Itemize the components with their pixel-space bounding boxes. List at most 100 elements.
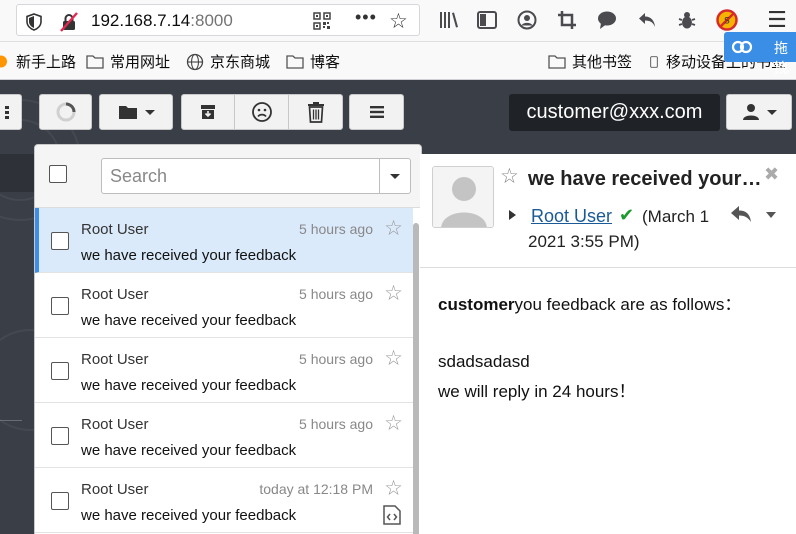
message-sender: Root User	[81, 286, 149, 303]
expand-headers-icon[interactable]	[509, 210, 516, 220]
menu-toggle-button[interactable]	[0, 94, 22, 130]
globe-icon	[186, 53, 204, 70]
bookmark-star-icon[interactable]: ☆	[389, 9, 408, 34]
search-options-button[interactable]	[379, 159, 410, 193]
star-icon[interactable]: ☆	[384, 411, 403, 436]
insecure-connection-icon[interactable]	[59, 12, 79, 32]
message-list-header	[35, 145, 421, 208]
bookmark-item[interactable]: 新手上路	[0, 51, 76, 72]
message-view: ☆ we have received your… ✖ Root User ✔ (…	[420, 154, 796, 534]
body-bold-word: customer	[438, 295, 515, 314]
message-checkbox[interactable]	[51, 232, 69, 250]
qr-code-icon[interactable]	[313, 12, 331, 30]
shield-icon[interactable]	[25, 13, 43, 31]
search-box	[101, 158, 411, 194]
message-row[interactable]: Root User 5 hours ago ☆ we have received…	[35, 208, 413, 273]
message-time: 5 hours ago	[299, 351, 373, 367]
address-bar[interactable]: 192.168.7.14:8000 ••• ☆	[16, 4, 420, 36]
mail-app: customer@xxx.com Root User 5 hours ago ☆…	[0, 80, 796, 534]
message-body-line: customeryou feedback are as follows：	[438, 295, 742, 314]
star-icon[interactable]: ☆	[384, 346, 403, 371]
crop-screenshot-icon[interactable]	[556, 9, 578, 31]
list-menu-icon	[369, 106, 384, 118]
message-subject: we have received your feedback	[81, 377, 297, 394]
message-body-line: sdadsadasd	[438, 352, 530, 371]
library-icon[interactable]	[438, 9, 460, 31]
archive-box-icon	[201, 105, 215, 119]
folder-icon	[548, 55, 566, 69]
user-email-badge: customer@xxx.com	[509, 94, 720, 131]
cloud-drive-icon	[731, 40, 753, 54]
sidebar-icon[interactable]	[476, 9, 498, 31]
message-view-header: ☆ we have received your… ✖ Root User ✔ (…	[420, 154, 796, 268]
reply-icon[interactable]	[730, 204, 752, 224]
message-actions-group	[181, 94, 343, 130]
star-icon[interactable]: ☆	[384, 216, 403, 241]
reply-options-chevron-icon[interactable]	[766, 212, 776, 218]
extension-bug-icon[interactable]	[676, 9, 698, 31]
message-checkbox[interactable]	[51, 427, 69, 445]
svg-text:S: S	[724, 17, 730, 27]
message-subject: we have received your feedback	[81, 247, 297, 264]
loading-spinner-icon	[56, 102, 75, 122]
message-sender: Root User	[81, 416, 149, 433]
user-menu-button[interactable]	[726, 94, 792, 130]
bookmark-folder-other[interactable]: 其他书签	[548, 51, 632, 72]
message-sender: Root User	[81, 481, 149, 498]
archive-button[interactable]	[181, 94, 235, 130]
account-icon[interactable]	[516, 9, 538, 31]
bookmark-folder[interactable]: 常用网址	[86, 51, 170, 72]
star-icon[interactable]: ☆	[384, 281, 403, 306]
message-checkbox[interactable]	[51, 362, 69, 380]
frown-face-icon	[251, 102, 272, 122]
message-time: 5 hours ago	[299, 221, 373, 237]
bookmark-favicon-icon	[0, 55, 7, 68]
chat-bubble-icon[interactable]	[596, 9, 618, 31]
message-row[interactable]: Root User 5 hours ago ☆ we have received…	[35, 403, 413, 468]
close-icon[interactable]: ✖	[764, 164, 779, 185]
mark-spam-button[interactable]	[235, 94, 289, 130]
message-row[interactable]: Root User 5 hours ago ☆ we have received…	[35, 338, 413, 403]
default-avatar-icon	[433, 167, 493, 227]
message-row[interactable]: Root User 5 hours ago ☆ we have received…	[35, 273, 413, 338]
message-checkbox[interactable]	[51, 492, 69, 510]
message-body-line: we will reply in 24 hours！	[438, 382, 636, 401]
sender-link[interactable]: Root User	[531, 206, 612, 227]
select-all-checkbox[interactable]	[49, 165, 67, 183]
star-icon[interactable]: ☆	[384, 476, 403, 501]
extension-drag-tab[interactable]: 拖拽	[724, 32, 796, 76]
message-subject: we have received your feedback	[81, 507, 297, 524]
message-date-continued: 2021 3:55 PM)	[528, 232, 640, 251]
bookmark-folder[interactable]: 博客	[286, 51, 340, 72]
refresh-button[interactable]	[39, 94, 92, 130]
chevron-down-icon	[390, 173, 400, 179]
message-time: today at 12:18 PM	[259, 481, 373, 497]
page-actions-more-icon[interactable]: •••	[355, 7, 377, 28]
message-subject: we have received your feedback	[81, 312, 297, 329]
message-sender: Root User	[81, 221, 149, 238]
undo-back-icon[interactable]	[636, 9, 658, 31]
browser-toolbar: 192.168.7.14:8000 ••• ☆ S ☰	[0, 0, 796, 42]
move-to-folder-button[interactable]	[99, 94, 173, 130]
trash-icon	[307, 102, 324, 123]
delete-button[interactable]	[289, 94, 343, 130]
sender-avatar	[432, 166, 494, 228]
more-actions-button[interactable]	[349, 94, 404, 130]
folder-icon	[86, 55, 104, 69]
bookmarks-bar: 新手上路 常用网址 京东商城 博客 其他书签 移动设备上的书签	[0, 42, 796, 80]
url-text[interactable]: 192.168.7.14:8000	[91, 11, 233, 31]
message-list-panel: Root User 5 hours ago ☆ we have received…	[34, 144, 422, 534]
search-input[interactable]	[102, 159, 380, 193]
hamburger-menu-icon[interactable]: ☰	[766, 7, 788, 32]
mobile-device-icon	[650, 55, 658, 68]
message-checkbox[interactable]	[51, 297, 69, 315]
folder-icon	[286, 55, 304, 69]
chevron-down-icon	[144, 109, 155, 115]
star-icon[interactable]: ☆	[500, 164, 519, 189]
sidebar-divider	[0, 420, 22, 421]
message-row[interactable]: Root User today at 12:18 PM ☆ we have re…	[35, 468, 413, 533]
message-list-scrollbar[interactable]	[413, 223, 419, 534]
no-script-icon[interactable]: S	[716, 9, 738, 31]
bookmark-item[interactable]: 京东商城	[186, 51, 270, 72]
verified-check-icon: ✔	[619, 205, 635, 225]
